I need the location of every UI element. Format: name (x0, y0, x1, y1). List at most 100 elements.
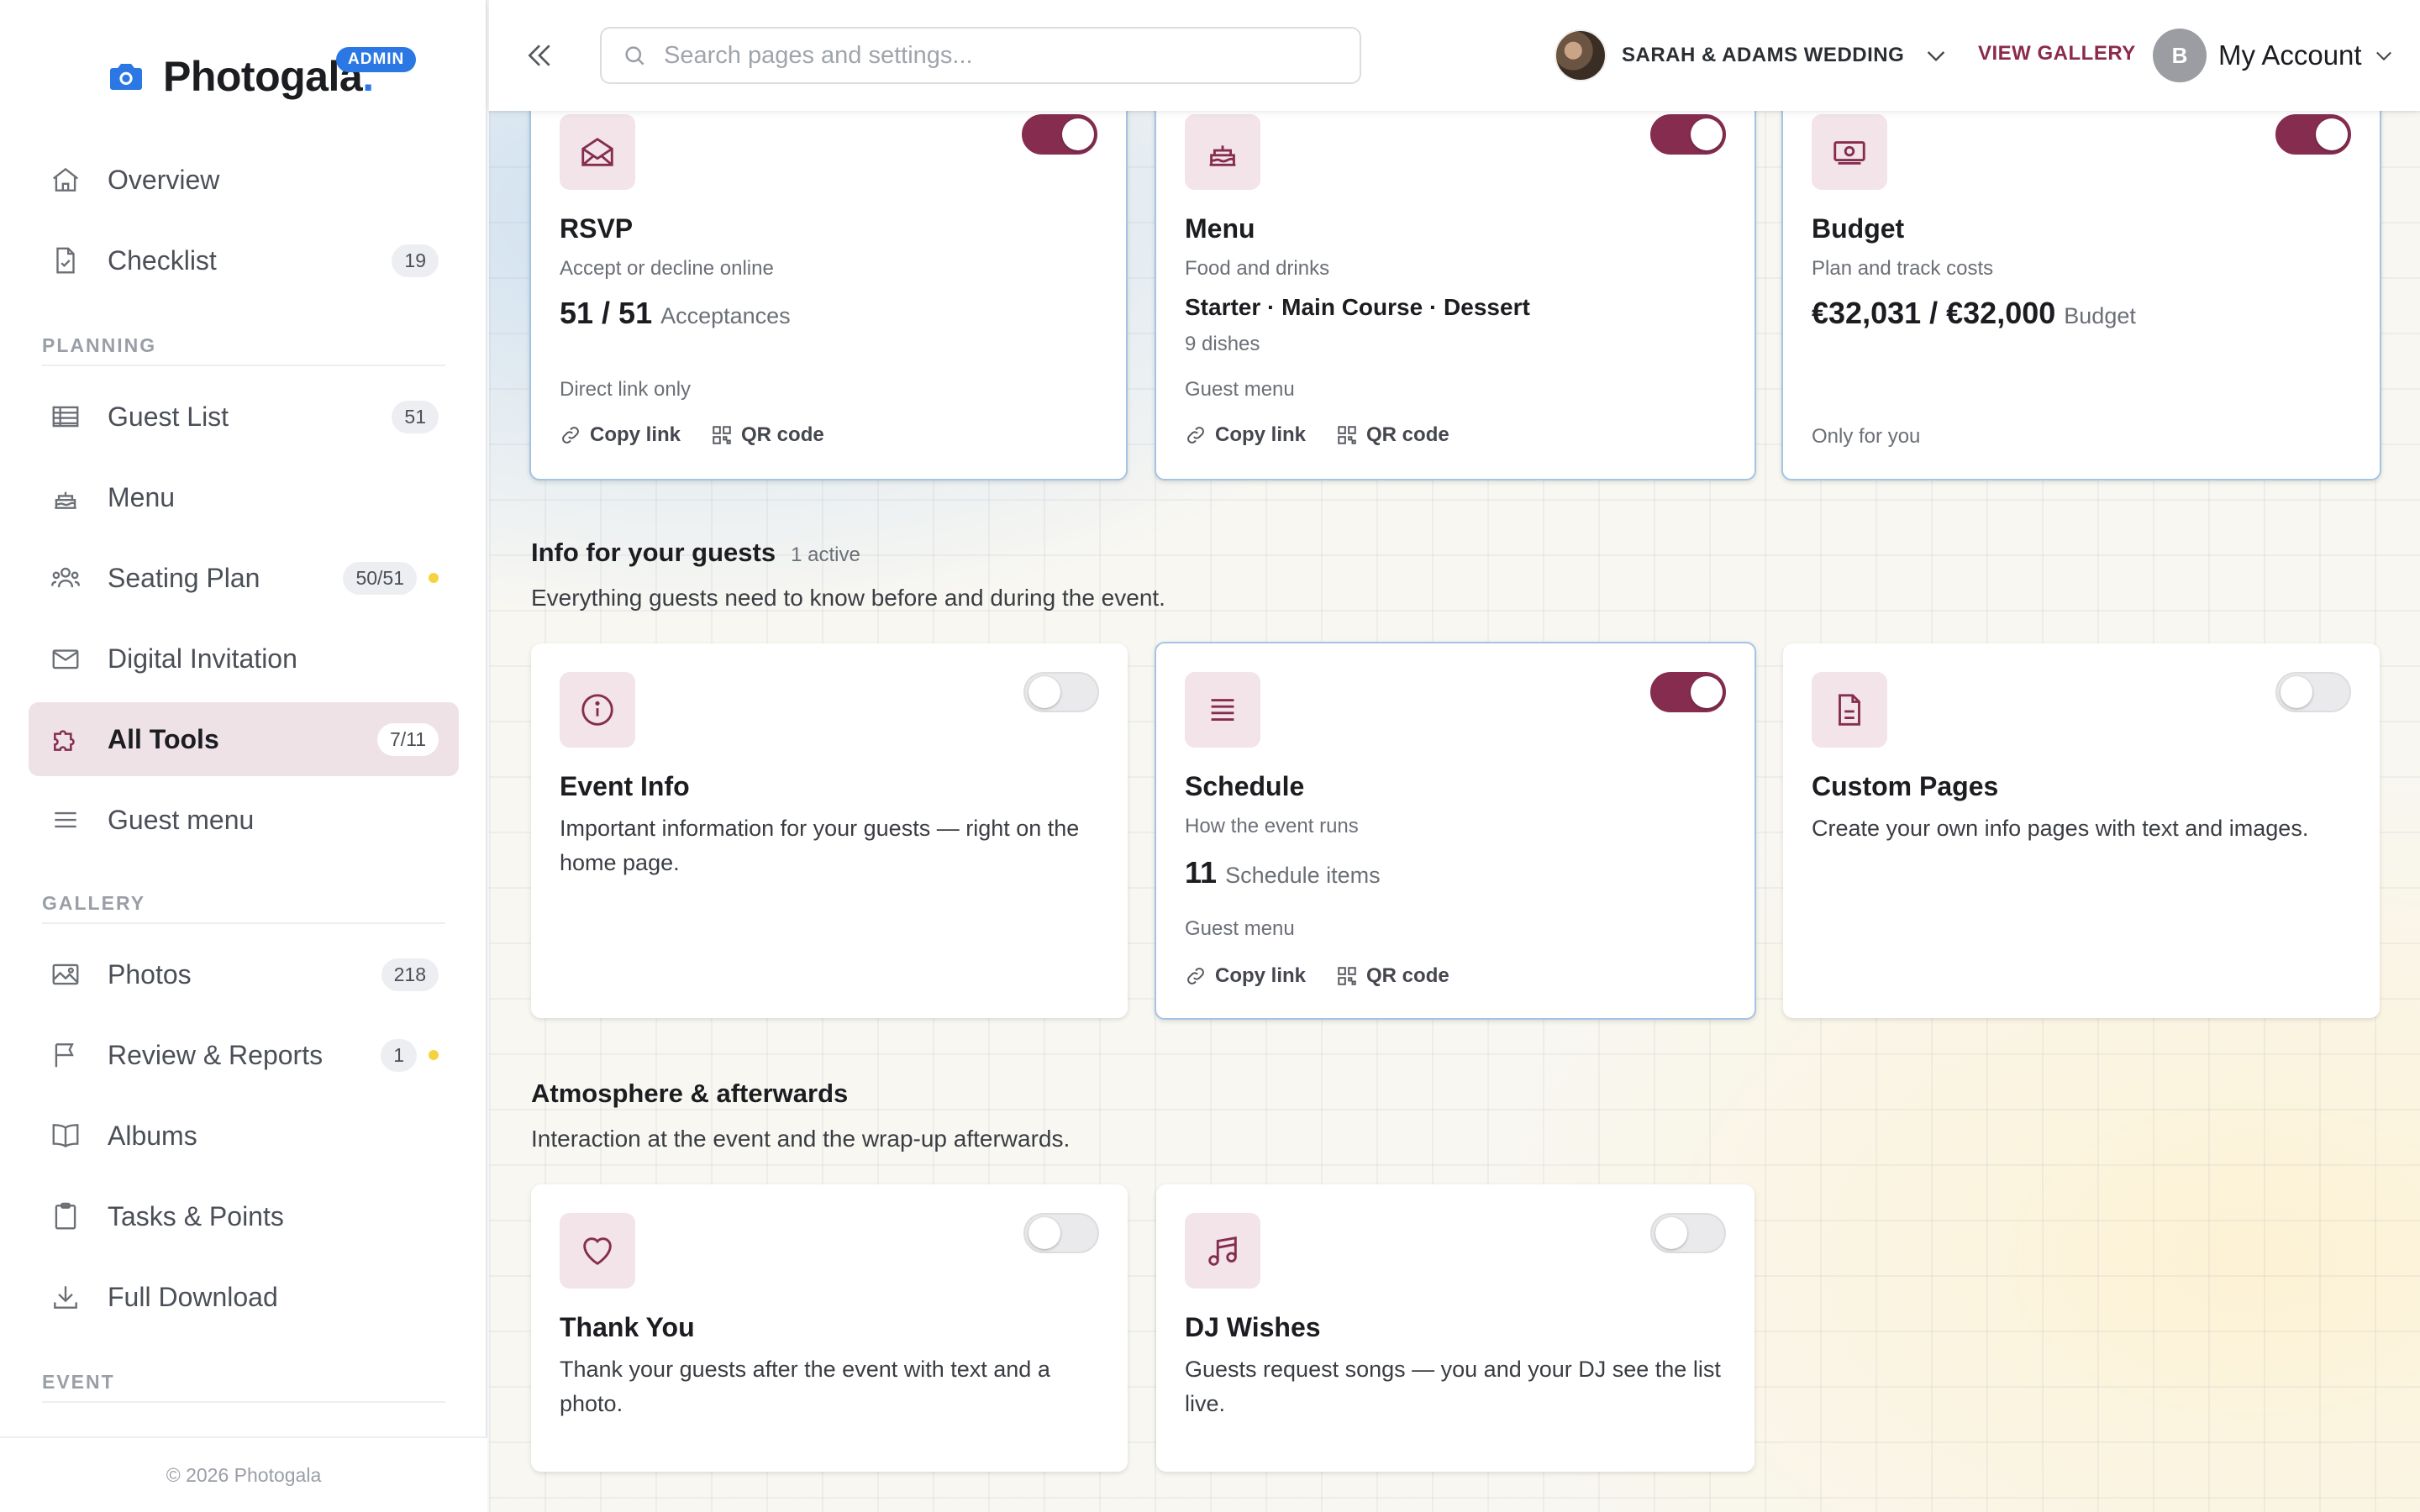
count-badge: 218 (381, 958, 439, 991)
flag-icon (49, 1038, 82, 1072)
main-content: RSVP Accept or decline online 51 / 51 Acc… (489, 0, 2420, 1512)
card-title: Schedule (1185, 771, 1305, 801)
card-description: Create your own info pages with text and… (1812, 816, 2309, 841)
envelope-open-icon (560, 114, 635, 190)
qr-code-button[interactable]: QR code (1336, 423, 1449, 447)
image-icon (49, 958, 82, 991)
stat-value: 51 / 51 (560, 296, 653, 330)
card-subtitle: Accept or decline online (560, 257, 774, 280)
top-bar: SARAH & ADAMS WEDDING VIEW GALLERY B My … (489, 0, 2420, 111)
sidebar-item-digital-invitation[interactable]: Digital Invitation (29, 622, 459, 696)
hamburger-icon (49, 803, 82, 837)
section-label-event: EVENT (42, 1371, 115, 1393)
notification-dot (429, 573, 439, 583)
download-icon (49, 1280, 82, 1314)
home-icon (49, 163, 82, 197)
schedule-toggle[interactable] (1650, 672, 1726, 712)
custom-pages-toggle[interactable] (2275, 672, 2351, 712)
cake-icon (1185, 114, 1260, 190)
tool-card-menu[interactable]: Menu Food and drinks Starter · Main Cour… (1155, 84, 1756, 480)
count-badge: 51 (392, 400, 439, 433)
event-info-toggle[interactable] (1023, 672, 1099, 712)
tool-card-rsvp[interactable]: RSVP Accept or decline online 51 / 51 Acc… (529, 84, 1128, 480)
stat-value: €32,031 / €32,000 (1812, 296, 2056, 330)
sidebar-item-label: Guest menu (108, 804, 255, 835)
sidebar-item-tasks-points[interactable]: Tasks & Points (29, 1179, 459, 1253)
group-active-count: 1 active (791, 543, 860, 566)
rsvp-toggle[interactable] (1022, 114, 1097, 155)
sidebar-footer: © 2026 Photogala (0, 1436, 487, 1512)
group-desc-info: Everything guests need to know before an… (531, 585, 1165, 611)
admin-badge: ADMIN (336, 47, 417, 72)
account-label: My Account (2218, 39, 2362, 71)
sidebar-item-guest-menu[interactable]: Guest menu (29, 783, 459, 857)
card-title: Budget (1812, 213, 1905, 244)
sidebar-item-label: All Tools (108, 723, 219, 754)
collapse-sidebar-button[interactable] (521, 37, 558, 74)
sidebar-item-albums[interactable]: Albums (29, 1099, 459, 1173)
event-selector[interactable]: SARAH & ADAMS WEDDING (1555, 29, 1949, 82)
tool-card-event-info[interactable]: Event Info Important information for you… (531, 643, 1128, 1018)
chevron-down-icon (2375, 51, 2391, 61)
menu-courses: Starter · Main Course · Dessert (1185, 294, 1530, 320)
count-badge: 50/51 (343, 561, 417, 595)
link-icon (1187, 427, 1204, 444)
sidebar-item-overview[interactable]: Overview (29, 143, 459, 217)
qr-code-button[interactable]: QR code (1336, 964, 1449, 988)
card-title: Thank You (560, 1312, 695, 1342)
count-badge: 7/11 (376, 722, 439, 756)
copy-link-button[interactable]: Copy link (1185, 423, 1306, 447)
group-title-text: Info for your guests (531, 538, 776, 567)
list-icon (1185, 672, 1260, 748)
account-menu[interactable]: B My Account (2153, 29, 2396, 82)
tool-card-schedule[interactable]: Schedule How the event runs 11 Schedule i… (1155, 642, 1756, 1020)
sidebar-item-all-tools[interactable]: All Tools 7/11 (29, 702, 459, 776)
copy-link-label: Copy link (590, 423, 681, 446)
copy-link-button[interactable]: Copy link (1185, 964, 1306, 988)
sidebar-item-seating-plan[interactable]: Seating Plan 50/51 (29, 541, 459, 615)
link-icon (562, 427, 579, 444)
sidebar-item-checklist[interactable]: Checklist 19 (29, 223, 459, 297)
card-title: Event Info (560, 771, 690, 801)
sidebar-item-menu[interactable]: Menu (29, 460, 459, 534)
search-input[interactable] (664, 41, 1353, 70)
card-subtitle: Food and drinks (1185, 257, 1330, 280)
section-divider (42, 365, 445, 366)
sidebar-item-review-reports[interactable]: Review & Reports 1 (29, 1018, 459, 1092)
chevron-down-icon (1928, 51, 1945, 62)
music-note-icon (1185, 1213, 1260, 1289)
people-icon (49, 561, 82, 595)
card-note: Direct link only (560, 378, 692, 401)
link-icon (1187, 968, 1204, 984)
thank-you-toggle[interactable] (1023, 1213, 1099, 1253)
card-title: DJ Wishes (1185, 1312, 1321, 1342)
budget-toggle[interactable] (2275, 114, 2351, 155)
sidebar-item-photos[interactable]: Photos 218 (29, 937, 459, 1011)
sidebar-item-guest-list[interactable]: Guest List 51 (29, 380, 459, 454)
event-avatar (1555, 29, 1607, 81)
tool-card-custom-pages[interactable]: Custom Pages Create your own info pages … (1783, 643, 2380, 1018)
group-title-atmosphere: Atmosphere & afterwards (531, 1079, 848, 1109)
copy-link-label: Copy link (1215, 423, 1307, 446)
tool-card-dj-wishes[interactable]: DJ Wishes Guests request songs — you and… (1156, 1184, 1754, 1472)
tool-card-budget[interactable]: Budget Plan and track costs €32,031 / €3… (1781, 84, 2381, 480)
camera-icon (110, 64, 142, 90)
search-box[interactable] (600, 27, 1361, 84)
group-title-info: Info for your guests 1 active (531, 538, 860, 568)
sidebar-item-label: Seating Plan (108, 562, 260, 593)
envelope-icon (49, 642, 82, 675)
qr-code-button[interactable]: QR code (711, 423, 824, 447)
count-badge: 1 (381, 1038, 417, 1072)
brand-logo[interactable]: Photogala. ADMIN (106, 47, 417, 101)
search-icon (625, 46, 644, 66)
menu-toggle[interactable] (1650, 114, 1726, 155)
tool-card-thank-you[interactable]: Thank You Thank your guests after the ev… (531, 1184, 1128, 1472)
dj-wishes-toggle[interactable] (1650, 1213, 1726, 1253)
sidebar-item-label: Digital Invitation (108, 643, 297, 674)
copy-link-button[interactable]: Copy link (560, 423, 681, 447)
view-gallery-link[interactable]: VIEW GALLERY (1978, 42, 2136, 66)
sidebar-item-label: Albums (108, 1120, 197, 1151)
sidebar-item-full-download[interactable]: Full Download (29, 1260, 459, 1334)
section-label-planning: PLANNING (42, 334, 157, 356)
copy-link-label: Copy link (1215, 964, 1307, 987)
